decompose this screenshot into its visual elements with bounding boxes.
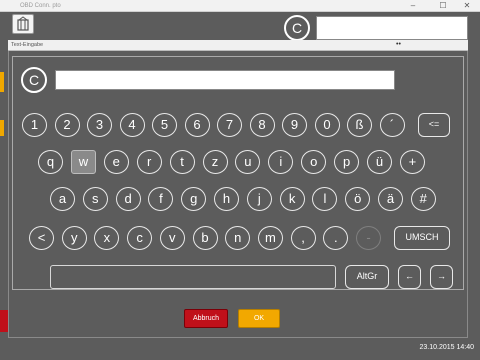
key[interactable]: b bbox=[192, 226, 218, 250]
key[interactable]: m bbox=[257, 226, 283, 250]
key[interactable]: q bbox=[38, 150, 63, 174]
background-yellow-marker bbox=[0, 120, 4, 136]
text-input-field[interactable] bbox=[55, 70, 395, 90]
backspace-key[interactable]: <= bbox=[418, 113, 450, 137]
key[interactable]: a bbox=[50, 187, 75, 211]
key[interactable]: 6 bbox=[184, 113, 210, 137]
key[interactable]: w bbox=[70, 150, 96, 174]
key[interactable]: c bbox=[127, 226, 153, 250]
space-key[interactable] bbox=[50, 265, 336, 289]
close-button[interactable]: ✕ bbox=[458, 0, 476, 12]
key[interactable]: ´ bbox=[379, 113, 405, 137]
app-title: OBD Conn. pto bbox=[20, 3, 61, 9]
key[interactable]: p bbox=[334, 150, 360, 174]
key[interactable]: j bbox=[246, 187, 272, 211]
dialog-grip-icon[interactable]: •• bbox=[396, 40, 401, 50]
key[interactable]: 4 bbox=[119, 113, 145, 137]
app-input-field[interactable] bbox=[316, 16, 468, 40]
key[interactable]: , bbox=[290, 226, 316, 250]
status-time: 23.10.2015 14:40 bbox=[419, 344, 475, 351]
cancel-button[interactable]: Abbruch bbox=[184, 309, 228, 328]
maximize-button[interactable]: ☐ bbox=[434, 0, 452, 12]
key[interactable]: ü bbox=[367, 150, 392, 174]
key[interactable]: 5 bbox=[152, 113, 177, 137]
altgr-key[interactable]: AltGr bbox=[345, 265, 389, 289]
key[interactable]: < bbox=[29, 226, 54, 250]
minimize-button[interactable]: – bbox=[404, 0, 422, 12]
app-clear-button[interactable]: C bbox=[284, 15, 310, 41]
key[interactable]: + bbox=[399, 150, 425, 174]
key[interactable]: 2 bbox=[54, 113, 80, 137]
dialog-title: Text-Eingabe bbox=[11, 42, 44, 48]
clear-input-button[interactable]: C bbox=[21, 67, 47, 93]
background-red-button[interactable] bbox=[0, 310, 8, 332]
key[interactable]: - bbox=[356, 226, 381, 250]
key[interactable]: k bbox=[279, 187, 305, 211]
key[interactable]: 1 bbox=[22, 113, 47, 137]
ok-button[interactable]: OK bbox=[238, 309, 280, 328]
key[interactable]: ä bbox=[378, 187, 403, 211]
arrow-right-key[interactable]: → bbox=[430, 265, 453, 289]
arrow-left-key[interactable]: ← bbox=[398, 265, 421, 289]
key[interactable]: r bbox=[136, 150, 162, 174]
key[interactable]: v bbox=[159, 226, 185, 250]
key[interactable]: z bbox=[202, 150, 228, 174]
key[interactable]: 9 bbox=[282, 113, 307, 137]
key[interactable]: s bbox=[82, 187, 108, 211]
key[interactable]: 7 bbox=[217, 113, 242, 137]
background-yellow-marker bbox=[0, 72, 4, 92]
key[interactable]: 0 bbox=[314, 113, 340, 137]
key[interactable]: y bbox=[61, 226, 87, 250]
key[interactable]: 3 bbox=[87, 113, 112, 137]
key[interactable]: e bbox=[103, 150, 129, 174]
key[interactable]: # bbox=[410, 187, 436, 211]
key[interactable]: t bbox=[169, 150, 195, 174]
key[interactable]: ß bbox=[347, 113, 372, 137]
app-logo-icon bbox=[12, 14, 34, 34]
key[interactable]: d bbox=[115, 187, 141, 211]
status-bar bbox=[0, 340, 480, 360]
key[interactable]: 8 bbox=[249, 113, 275, 137]
key[interactable]: h bbox=[214, 187, 239, 211]
shift-key[interactable]: UMSCH bbox=[394, 226, 450, 250]
